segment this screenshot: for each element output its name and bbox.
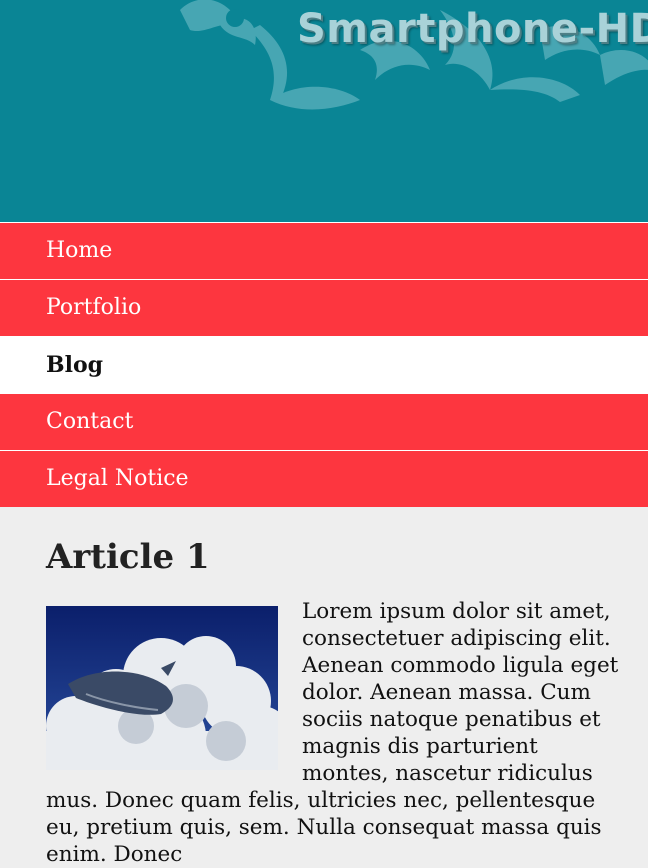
main-nav: Home Portfolio Blog Contact Legal Notice (0, 222, 648, 507)
main-content: Article 1 Lorem ipsum dolor sit amet, co… (0, 507, 648, 868)
article-image (46, 605, 278, 770)
nav-item-blog[interactable]: Blog (0, 336, 648, 393)
nav-item-portfolio[interactable]: Portfolio (0, 279, 648, 336)
article-title: Article 1 (46, 537, 210, 577)
nav-item-home[interactable]: Home (0, 222, 648, 279)
nav-item-legal-notice[interactable]: Legal Notice (0, 450, 648, 507)
whale-clouds-image (46, 605, 278, 770)
site-header: Smartphone-HD (0, 0, 648, 222)
site-logo-text: Smartphone-HD (297, 6, 648, 52)
nav-item-contact[interactable]: Contact (0, 393, 648, 450)
